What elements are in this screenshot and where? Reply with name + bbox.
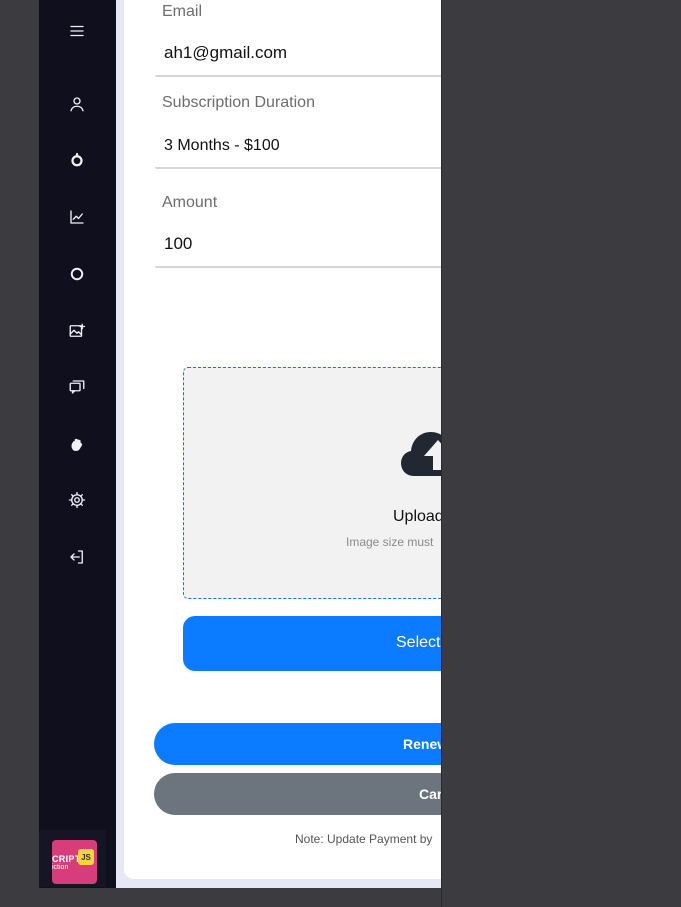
- subscription-duration-select[interactable]: 3 Months - $100: [164, 137, 280, 155]
- select-image-label: Select: [396, 634, 441, 651]
- chat-icon[interactable]: [67, 377, 87, 397]
- cancel-label: Car: [419, 786, 443, 802]
- upload-size-hint: Image size must: [346, 535, 434, 549]
- screen: CRIPT iction JS Email ah1@gmail.com Subs…: [0, 0, 681, 907]
- logout-icon[interactable]: [67, 547, 87, 567]
- subscription-underline: [155, 167, 441, 169]
- taskbar-app-thumbnail[interactable]: CRIPT iction JS: [39, 830, 106, 887]
- payment-note: Note: Update Payment by: [295, 832, 433, 846]
- amount-field[interactable]: 100: [164, 234, 192, 254]
- app-logo-subtext: iction: [52, 864, 69, 871]
- line-chart-icon[interactable]: [67, 207, 87, 227]
- window-backdrop: [441, 0, 681, 907]
- image-upload-dropzone[interactable]: [183, 367, 483, 599]
- upload-title: Upload: [393, 508, 444, 525]
- js-badge: JS: [78, 849, 94, 865]
- user-icon[interactable]: [67, 94, 87, 114]
- email-field[interactable]: ah1@gmail.com: [164, 43, 287, 63]
- select-image-button[interactable]: Select: [183, 616, 483, 671]
- subscription-duration-label: Subscription Duration: [162, 94, 315, 111]
- sidebar: [39, 0, 116, 888]
- email-underline: [155, 75, 441, 77]
- gear-icon[interactable]: [67, 490, 87, 510]
- ring-icon[interactable]: [67, 264, 87, 284]
- amount-label: Amount: [162, 194, 218, 211]
- hand-icon[interactable]: [67, 434, 87, 454]
- email-label: Email: [162, 3, 203, 20]
- renew-button[interactable]: Renew: [154, 723, 484, 765]
- amount-underline: [155, 266, 441, 268]
- menu-icon[interactable]: [67, 21, 87, 41]
- circle-outline-icon[interactable]: [67, 150, 87, 170]
- app-logo: CRIPT iction JS: [52, 840, 97, 884]
- app-logo-text: CRIPT: [52, 854, 81, 864]
- image-add-icon[interactable]: [67, 321, 87, 341]
- cancel-button[interactable]: Car: [154, 773, 484, 815]
